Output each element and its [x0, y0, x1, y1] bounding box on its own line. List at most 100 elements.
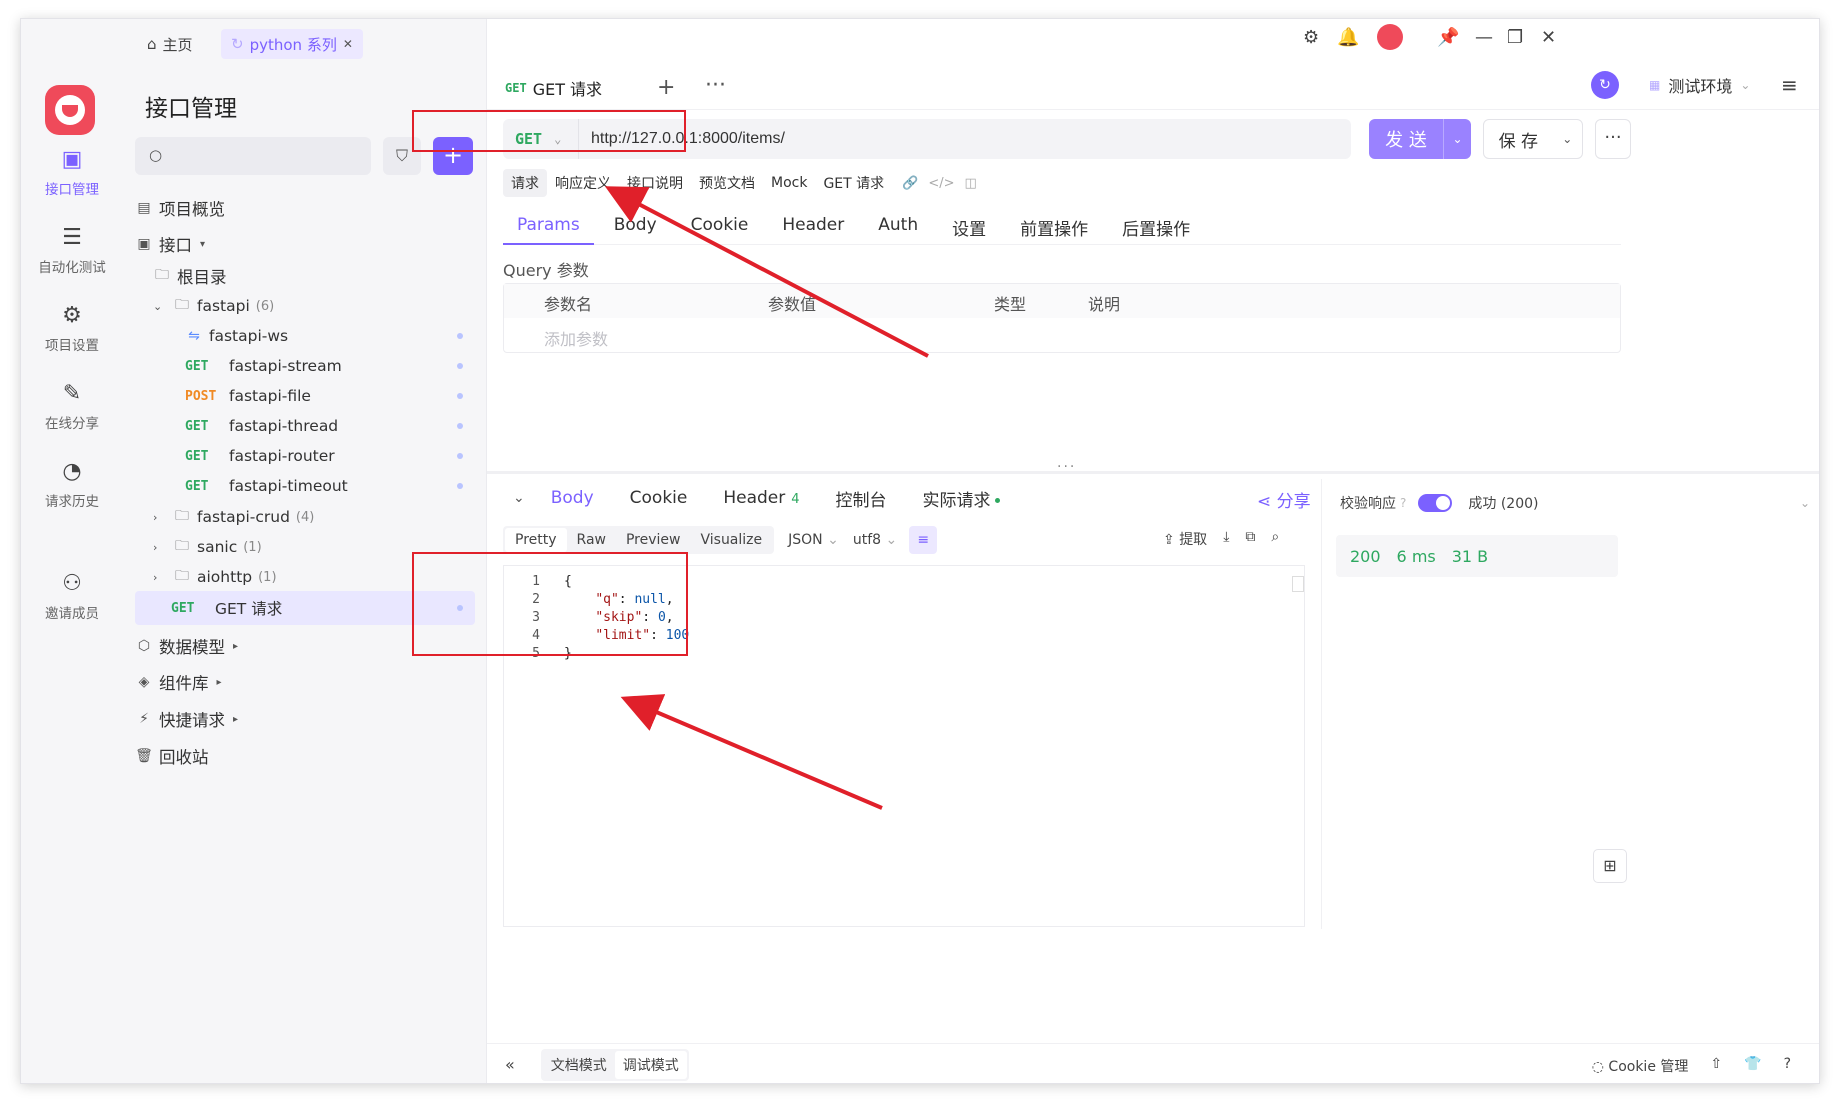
extract-button[interactable]: ⇪ 提取	[1163, 529, 1207, 549]
doc-tab-request[interactable]: 请求	[503, 169, 547, 197]
scrollbar[interactable]	[1292, 576, 1304, 592]
upload-icon[interactable]: ⇧	[1710, 1056, 1722, 1076]
env-sync-icon[interactable]: ↻	[1591, 71, 1619, 99]
rail-invite[interactable]: ⚇ 邀请成员	[21, 571, 123, 622]
collapse-sidebar-icon[interactable]: «	[505, 1055, 515, 1074]
tree-section-recycle-bin[interactable]: 🗑 回收站	[135, 739, 475, 773]
rail-api-management[interactable]: ▣ 接口管理	[21, 147, 123, 198]
tab-post-actions[interactable]: 后置操作	[1108, 209, 1204, 245]
tab-cookie[interactable]: Cookie	[677, 209, 763, 245]
doc-tab-description[interactable]: 接口说明	[619, 169, 691, 197]
panel-icon[interactable]: ◫	[965, 176, 977, 191]
tree-section-data-model[interactable]: ⬡ 数据模型 ▸	[135, 629, 475, 663]
doc-mode-button[interactable]: 文档模式	[543, 1051, 615, 1079]
rail-automation[interactable]: ☰ 自动化测试	[21, 225, 123, 276]
tree-endpoint-fastapi-stream[interactable]: GET fastapi-stream	[185, 349, 475, 383]
rail-history[interactable]: ◔ 请求历史	[21, 459, 123, 510]
pin-icon[interactable]: 📌	[1437, 27, 1459, 48]
collapse-chevron-icon[interactable]: ⌄	[503, 482, 535, 514]
url-input[interactable]	[591, 119, 1331, 159]
share-link[interactable]: ⋖ 分享	[1257, 487, 1311, 512]
tree-endpoint-fastapi-router[interactable]: GET fastapi-router	[185, 439, 475, 473]
tree-endpoint-fastapi-thread[interactable]: GET fastapi-thread	[185, 409, 475, 443]
avatar[interactable]	[1377, 24, 1403, 50]
chevron-down-icon[interactable]: ⌄	[1443, 119, 1471, 159]
cookie-manager-button[interactable]: ◌ Cookie 管理	[1592, 1056, 1689, 1076]
tree-endpoint-fastapi-file[interactable]: POST fastapi-file	[185, 379, 475, 413]
format-type-select[interactable]: JSON ⌄	[788, 532, 839, 548]
chevron-down-icon[interactable]: ⌄	[1553, 132, 1582, 146]
tab-pre-actions[interactable]: 前置操作	[1006, 209, 1102, 245]
bell-icon[interactable]: 🔔	[1337, 27, 1359, 48]
tree-item-interface[interactable]: ▣ 接口 ▾	[135, 227, 475, 261]
help-icon[interactable]: ?	[1400, 496, 1406, 510]
tree-endpoint-selected[interactable]: GET GET 请求	[135, 591, 475, 625]
tab-body[interactable]: Body	[600, 209, 671, 245]
shirt-icon[interactable]: 👕	[1744, 1056, 1761, 1076]
tree-section-quick-request[interactable]: ⚡ 快捷请求 ▸	[135, 702, 475, 736]
code-icon[interactable]: </>	[928, 176, 954, 191]
close-window-icon[interactable]: ✕	[1541, 27, 1556, 48]
home-tab[interactable]: ⌂ 主页	[137, 29, 203, 59]
response-body-editor[interactable]: 1 { 2 "q": null, 3 "skip": 0, 4 "limit":…	[503, 565, 1305, 927]
resp-tab-header[interactable]: Header 4	[707, 480, 815, 516]
tree-item-overview[interactable]: ▤ 项目概览	[135, 191, 475, 225]
tree-section-components[interactable]: ◈ 组件库 ▸	[135, 665, 475, 699]
resp-tab-cookie[interactable]: Cookie	[614, 480, 704, 516]
menu-icon[interactable]: ≡	[1781, 73, 1798, 97]
add-param-input[interactable]: 添加参数	[544, 326, 608, 350]
tab-params[interactable]: Params	[503, 209, 594, 245]
more-tabs-icon[interactable]: ···	[705, 73, 726, 98]
tree-folder-sanic[interactable]: › 🗀 sanic (1)	[153, 530, 493, 564]
tab-header[interactable]: Header	[768, 209, 858, 245]
verify-toggle[interactable]	[1418, 494, 1453, 512]
doc-tab-preview[interactable]: 预览文档	[691, 169, 763, 197]
download-icon[interactable]: ⤓	[1223, 529, 1229, 549]
encoding-select[interactable]: utf8 ⌄	[853, 532, 897, 548]
chevron-down-icon[interactable]: ⌄	[1800, 496, 1810, 510]
wrap-lines-icon[interactable]: ≡	[909, 526, 938, 554]
close-icon[interactable]: ✕	[343, 37, 353, 51]
copy-icon[interactable]: ⧉	[1245, 529, 1255, 549]
format-raw[interactable]: Raw	[567, 528, 616, 552]
search-icon[interactable]: ⌕	[1271, 529, 1279, 549]
filter-button[interactable]: ⛉	[383, 137, 421, 175]
environment-select[interactable]: ▦ 测试环境 ⌄	[1635, 67, 1775, 103]
minimize-icon[interactable]: —	[1475, 27, 1493, 48]
tab-auth[interactable]: Auth	[864, 209, 932, 245]
tree-search-input[interactable]: ○	[135, 137, 371, 175]
request-tab[interactable]: GET GET 请求	[497, 69, 633, 109]
restore-icon[interactable]: ❐	[1507, 27, 1523, 48]
more-actions-button[interactable]: ···	[1595, 119, 1631, 159]
doc-tab-mock[interactable]: Mock	[763, 171, 815, 195]
tree-folder-aiohttp[interactable]: › 🗀 aiohttp (1)	[153, 560, 493, 594]
tab-settings[interactable]: 设置	[938, 209, 1000, 245]
layout-toggle-icon[interactable]: ⊞	[1593, 849, 1627, 883]
format-pretty[interactable]: Pretty	[505, 528, 567, 552]
format-visualize[interactable]: Visualize	[690, 528, 772, 552]
add-button[interactable]: +	[433, 137, 473, 175]
send-button[interactable]: 发 送 ⌄	[1369, 119, 1471, 159]
drag-handle-icon[interactable]: ···	[1057, 459, 1076, 475]
new-tab-button[interactable]: +	[657, 75, 675, 100]
tree-folder-fastapi-crud[interactable]: › 🗀 fastapi-crud (4)	[153, 500, 493, 534]
resp-tab-console[interactable]: 控制台	[820, 478, 903, 519]
doc-tab-response-def[interactable]: 响应定义	[547, 169, 619, 197]
project-tab[interactable]: ↻ python 系列 ✕	[221, 29, 363, 59]
panel-divider[interactable]	[487, 471, 1819, 474]
help-icon[interactable]: ?	[1784, 1056, 1791, 1076]
debug-mode-button[interactable]: 调试模式	[614, 1050, 687, 1079]
resp-tab-body[interactable]: Body	[535, 480, 610, 516]
gear-icon[interactable]: ⚙	[1303, 27, 1319, 48]
resp-tab-actual-request[interactable]: 实际请求	[907, 478, 1016, 519]
format-preview[interactable]: Preview	[616, 528, 691, 552]
rail-project-settings[interactable]: ⚙ 项目设置	[21, 303, 123, 354]
rail-online-share[interactable]: ✎ 在线分享	[21, 381, 123, 432]
tree-endpoint-fastapi-timeout[interactable]: GET fastapi-timeout	[185, 469, 475, 503]
tree-folder-fastapi[interactable]: ⌄ 🗀 fastapi (6)	[153, 289, 493, 323]
save-button[interactable]: 保 存 ⌄	[1483, 119, 1583, 159]
link-icon[interactable]: 🔗	[902, 176, 918, 191]
tree-item-root[interactable]: 🗀 根目录	[153, 259, 493, 293]
method-select[interactable]: GET ⌄	[503, 119, 579, 159]
tree-endpoint-fastapi-ws[interactable]: ⇋ fastapi-ws	[185, 319, 475, 353]
